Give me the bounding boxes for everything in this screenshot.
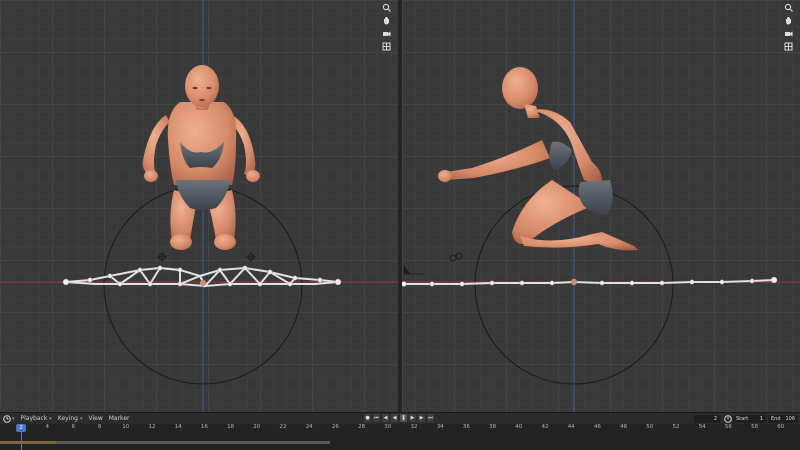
preview-range-bar (0, 441, 56, 444)
ruler-tick-label: 16 (200, 424, 208, 430)
editor-type-selector[interactable]: ▾ (3, 414, 15, 423)
ruler-tick-label: 14 (174, 424, 182, 430)
next-keyframe-icon[interactable]: ▶ (418, 414, 425, 422)
character-side (438, 67, 638, 251)
auto-key-record-icon[interactable]: ● (364, 414, 371, 422)
ruler-tick-label: 8 (97, 424, 102, 430)
ruler-tick-label: 40 (515, 424, 523, 430)
camera-view-icon[interactable] (380, 28, 393, 38)
ruler-tick-label: 58 (751, 424, 759, 430)
ruler-tick-label: 44 (567, 424, 575, 430)
nav-gizmo-right (782, 2, 796, 51)
playhead-frame-badge[interactable]: 2 (16, 424, 26, 432)
ruler-tick-label: 60 (777, 424, 785, 430)
timeline-body[interactable]: 4 6 8 10 12 14 16 18 20 22 24 26 28 30 32 34 36 38 40 42 44 4… (0, 424, 800, 450)
ruler-tick-label: 30 (384, 424, 392, 430)
ruler-tick-label: 26 (331, 424, 339, 430)
use-preview-range-icon[interactable] (724, 415, 732, 423)
current-frame-field[interactable]: 2 (694, 415, 720, 423)
ruler-tick-label: 4 (45, 424, 49, 430)
ruler-tick-label: 10 (122, 424, 130, 430)
jump-end-icon[interactable]: ⏭ (427, 414, 434, 422)
pivot-markers-front (157, 252, 256, 262)
ruler-tick-label: 36 (462, 424, 470, 430)
ruler-tick-label: 42 (541, 424, 549, 430)
ruler-tick-label: 24 (305, 424, 313, 430)
start-frame-field[interactable]: Start 1 (733, 415, 766, 423)
play-icon[interactable]: ▶ (409, 414, 416, 422)
camera-view-icon[interactable] (782, 28, 795, 38)
ruler-tick-label: 20 (253, 424, 261, 430)
menu-view[interactable]: View (88, 415, 102, 422)
ruler-tick-label: 18 (227, 424, 235, 430)
ruler-tick-label: 48 (620, 424, 628, 430)
menu-keying[interactable]: Keying ▾ (58, 415, 83, 422)
end-frame-field[interactable]: End 106 (768, 415, 798, 423)
ruler-tick-label: 52 (672, 424, 680, 430)
ruler-tick-label: 6 (71, 424, 76, 430)
transport-controls: ● ⏮ ◀ ◀ ❚ ▶ ▶ ⏭ (364, 414, 434, 422)
clock-editor-icon (3, 414, 11, 423)
ruler-tick-label: 32 (410, 424, 418, 430)
grid-view-icon[interactable] (782, 41, 795, 51)
ruler-tick-label: 54 (698, 424, 706, 430)
pause-icon[interactable]: ❚ (400, 414, 407, 422)
chevron-down-icon: ▾ (49, 415, 52, 422)
viewport-front-canvas (0, 0, 398, 412)
ruler-tick-label: 28 (358, 424, 366, 430)
ruler-tick-label: 46 (593, 424, 601, 430)
prev-keyframe-icon[interactable]: ◀ (382, 414, 389, 422)
pivot-markers-side (403, 252, 463, 275)
menu-playback[interactable]: Playback ▾ (21, 415, 52, 422)
ruler-tick-label: 56 (724, 424, 732, 430)
ruler-tick-label: 38 (489, 424, 497, 430)
hand-pan-icon[interactable] (380, 15, 393, 25)
ruler-tick-label: 22 (279, 424, 287, 430)
ruler-tick-label: 34 (436, 424, 444, 430)
menu-marker[interactable]: Marker (109, 415, 130, 422)
zoom-icon[interactable] (782, 2, 795, 12)
ruler-tick-label: 12 (148, 424, 156, 430)
grid-view-icon[interactable] (380, 41, 393, 51)
hand-pan-icon[interactable] (782, 15, 795, 25)
zoom-icon[interactable] (380, 2, 393, 12)
jump-start-icon[interactable]: ⏮ (373, 414, 380, 422)
play-reverse-icon[interactable]: ◀ (391, 414, 398, 422)
timeline-header: ▾ Playback ▾ Keying ▾ View Marker ● ⏮ ◀ ◀ … (0, 412, 800, 424)
nav-gizmo-left (380, 2, 394, 51)
chevron-down-icon: ▾ (79, 415, 83, 422)
viewport-side-canvas (402, 0, 800, 412)
viewport-side[interactable] (402, 0, 800, 412)
ruler-tick-label: 50 (646, 424, 654, 430)
chevron-down-icon: ▾ (12, 415, 15, 422)
viewport-front[interactable] (0, 0, 398, 412)
